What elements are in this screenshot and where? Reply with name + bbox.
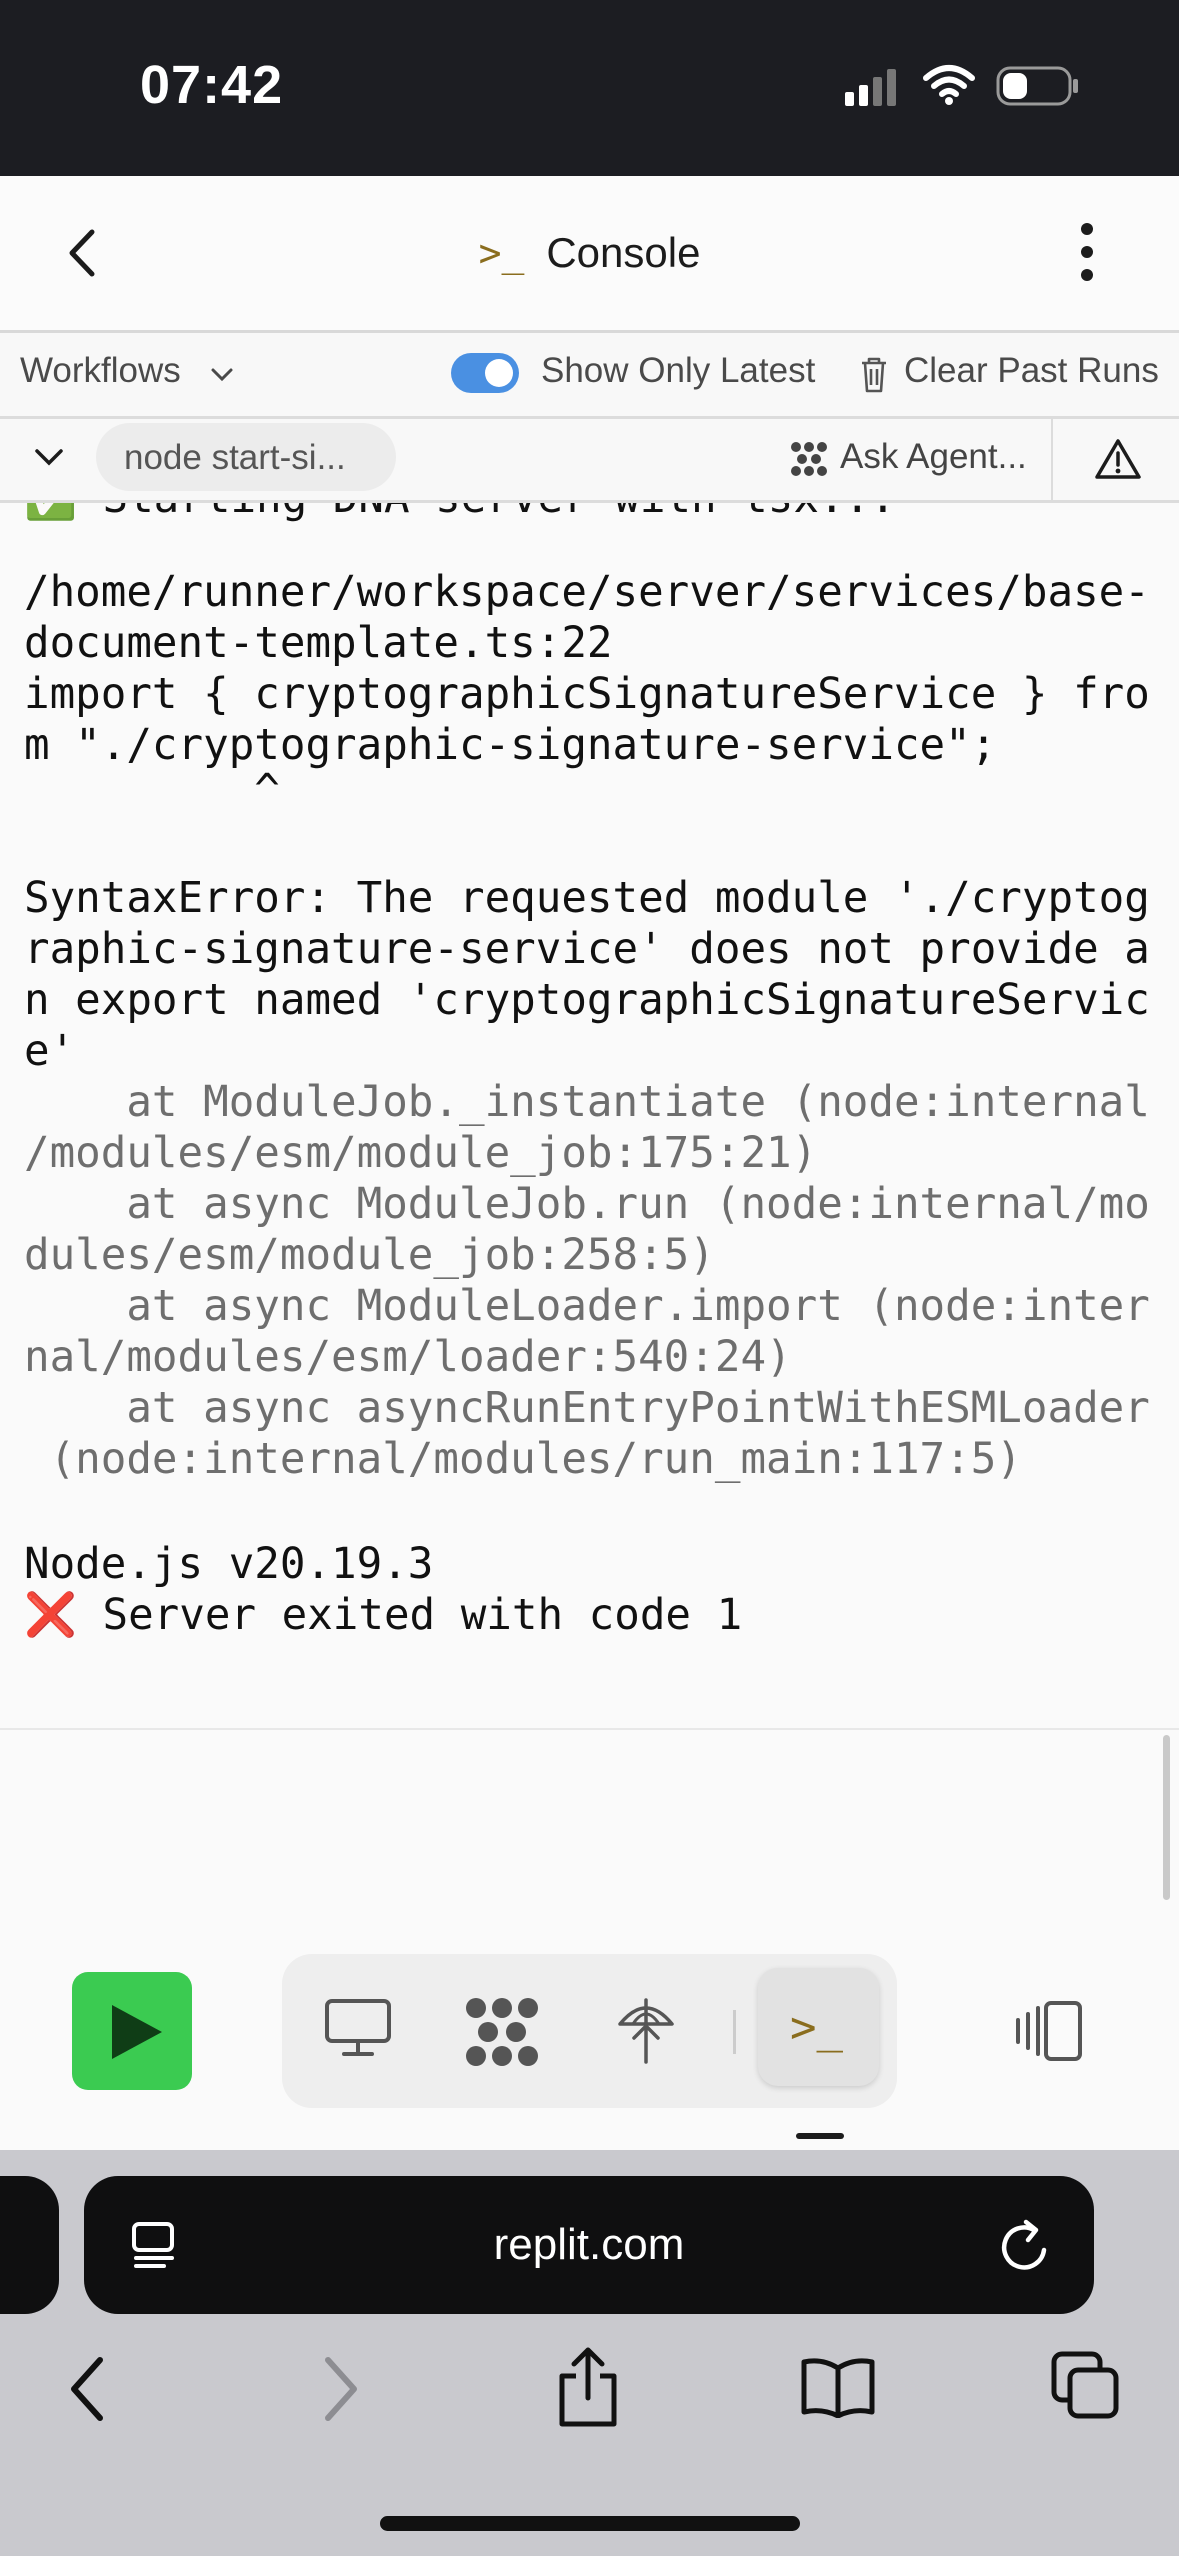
console-line-partial: ✅ Starting DNA server with tsx... <box>24 503 896 524</box>
console-line: m "./cryptographic-signature-service"; <box>24 721 997 770</box>
clear-past-runs-label: Clear Past Runs <box>904 351 1159 390</box>
console-tab-button[interactable]: >_ <box>758 1968 879 2086</box>
address-bar[interactable]: replit.com <box>84 2176 1094 2314</box>
play-icon <box>112 2005 162 2059</box>
ask-agent-label: Ask Agent... <box>840 437 1027 476</box>
console-title-icon: >_ <box>478 231 525 275</box>
previous-tab-card[interactable] <box>0 2176 59 2314</box>
tool-dock: >_ <box>282 1954 897 2108</box>
workflows-dropdown[interactable]: Workflows <box>20 333 250 416</box>
trash-icon <box>862 357 886 393</box>
status-bar: 07:42 <box>0 0 1179 176</box>
show-only-latest-toggle[interactable] <box>451 353 519 393</box>
stack-line: at async ModuleJob.run (node:internal/mo <box>24 1180 1150 1229</box>
chevron-down-icon <box>211 368 233 382</box>
node-version-line: Node.js v20.19.3 <box>24 1540 434 1589</box>
share-icon[interactable] <box>556 2346 620 2428</box>
exit-message-line: ❌ Server exited with code 1 <box>24 1591 743 1640</box>
console-end-divider <box>0 1728 1179 1730</box>
url-text: replit.com <box>493 2220 685 2269</box>
console-line: e' <box>24 1027 76 1076</box>
forward-icon[interactable] <box>322 2356 362 2422</box>
workflows-label: Workflows <box>20 351 181 390</box>
console-toolbar: Workflows Show Only Latest Clear Past Ru… <box>0 333 1179 419</box>
stack-line: nal/modules/esm/loader:540:24) <box>24 1333 792 1382</box>
more-options-icon[interactable] <box>1080 222 1094 282</box>
back-icon[interactable] <box>66 2356 106 2422</box>
console-line: document-template.ts:22 <box>24 619 613 668</box>
browser-chrome: replit.com <box>0 2150 1179 2556</box>
console-header: >_ Console <box>0 176 1179 333</box>
bookmarks-icon[interactable] <box>800 2356 876 2418</box>
home-indicator <box>380 2516 800 2531</box>
show-only-latest-label: Show Only Latest <box>541 351 816 390</box>
stack-line: /modules/esm/module_job:175:21) <box>24 1129 818 1178</box>
tabs-icon[interactable] <box>1050 2350 1122 2422</box>
console-line: ^ <box>24 766 280 815</box>
stack-line: at ModuleJob._instantiate (node:internal <box>24 1078 1150 1127</box>
warning-icon[interactable] <box>1094 437 1142 481</box>
process-filter-label: node start-si... <box>124 438 346 477</box>
ask-agent-button[interactable]: Ask Agent... <box>786 419 1046 500</box>
status-time: 07:42 <box>140 55 284 115</box>
stack-line: dules/esm/module_job:258:5) <box>24 1231 715 1280</box>
stack-line: at async ModuleLoader.import (node:inter <box>24 1282 1150 1331</box>
console-line: n export named 'cryptographicSignatureSe… <box>24 976 1150 1025</box>
run-button[interactable] <box>72 1972 192 2090</box>
process-filter-pill[interactable]: node start-si... <box>96 423 396 491</box>
wifi-icon <box>923 65 975 105</box>
deploy-icon[interactable] <box>616 1994 676 2066</box>
page-title: >_ Console <box>0 176 1179 330</box>
dock-separator <box>733 2010 736 2054</box>
agent-icon[interactable] <box>464 1996 540 2068</box>
clear-past-runs-button[interactable]: Clear Past Runs <box>856 333 1176 416</box>
agent-icon <box>791 442 827 476</box>
toggle-knob <box>485 359 513 387</box>
stack-line: (node:internal/modules/run_main:117:5) <box>24 1435 1022 1484</box>
battery-icon <box>996 66 1078 106</box>
console-output[interactable]: ✅ Starting DNA server with tsx... /home/… <box>0 503 1179 1728</box>
active-tab-indicator <box>796 2133 844 2139</box>
divider <box>1051 419 1053 500</box>
layout-toggle-icon[interactable] <box>1010 2000 1084 2062</box>
console-line: raphic-signature-service' does not provi… <box>24 925 1150 974</box>
console-icon: >_ <box>790 2002 843 2053</box>
console-title-text: Console <box>546 229 701 276</box>
signal-icon <box>845 69 896 106</box>
console-line: SyntaxError: The requested module './cry… <box>24 874 1150 923</box>
console-line: /home/runner/workspace/server/services/b… <box>24 568 1150 617</box>
stack-line: at async asyncRunEntryPointWithESMLoader <box>24 1384 1150 1433</box>
filter-row: node start-si... Ask Agent... <box>0 419 1179 503</box>
scrollbar[interactable] <box>1163 1735 1170 1900</box>
reload-icon[interactable] <box>1000 2218 1052 2274</box>
collapse-chevron-icon[interactable] <box>34 447 64 469</box>
monitor-icon[interactable] <box>324 1998 392 2058</box>
console-line: import { cryptographicSignatureService }… <box>24 670 1150 719</box>
